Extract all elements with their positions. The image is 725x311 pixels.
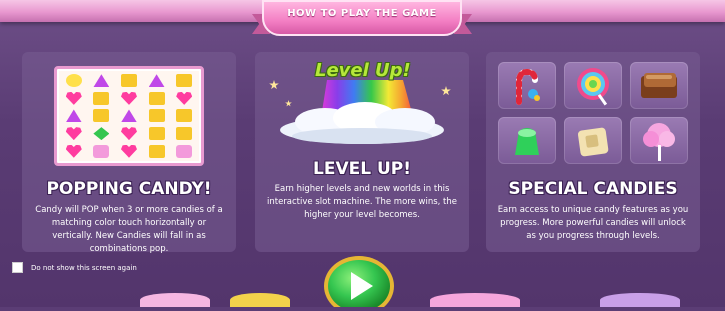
special-candy-grid bbox=[498, 62, 688, 164]
heart-candy-icon bbox=[176, 91, 193, 105]
cotton-candy-icon bbox=[630, 117, 688, 164]
gumdrop-icon bbox=[498, 117, 556, 164]
candy-cell bbox=[116, 108, 142, 124]
chocolate-icon bbox=[630, 62, 688, 109]
candy-cell bbox=[144, 126, 170, 142]
sq-candy-icon bbox=[176, 109, 193, 123]
candy-cell bbox=[89, 143, 115, 159]
play-icon bbox=[324, 256, 394, 311]
panel-special-candies: SPECIAL CANDIES Earn access to unique ca… bbox=[486, 52, 700, 252]
panel-description: Candy will POP when 3 or more candies of… bbox=[35, 205, 223, 254]
candy-cell bbox=[116, 91, 142, 107]
candy-grid bbox=[61, 73, 197, 159]
sq-candy-icon bbox=[148, 144, 165, 158]
panel-level-up: Level Up! LEVEL UP! Earn higher levels a… bbox=[255, 52, 469, 252]
candy-cell bbox=[144, 108, 170, 124]
candy-grid-frame bbox=[54, 66, 204, 166]
waffle-candy-icon bbox=[564, 117, 622, 164]
panel-title: LEVEL UP! bbox=[313, 159, 411, 179]
sq-candy-icon bbox=[176, 74, 193, 88]
candy-cane-icon bbox=[498, 62, 556, 109]
wrap-candy-icon bbox=[93, 144, 110, 158]
tri-candy-icon bbox=[93, 74, 110, 88]
banner-title: HOW TO PLAY THE GAME bbox=[287, 8, 437, 19]
candy-cell bbox=[171, 73, 197, 89]
candy-cell bbox=[61, 108, 87, 124]
tri-candy-icon bbox=[120, 109, 137, 123]
candy-cell bbox=[89, 126, 115, 142]
tri-candy-icon bbox=[148, 74, 165, 88]
decorative-candy bbox=[230, 293, 290, 307]
candy-cell bbox=[116, 126, 142, 142]
candy-cell bbox=[144, 73, 170, 89]
candy-cell bbox=[61, 143, 87, 159]
sq-candy-icon bbox=[120, 74, 137, 88]
lollipop-icon bbox=[564, 62, 622, 109]
candy-cell bbox=[171, 143, 197, 159]
banner: HOW TO PLAY THE GAME bbox=[252, 0, 472, 42]
candy-cell bbox=[116, 143, 142, 159]
level-up-logo: Level Up! bbox=[315, 60, 411, 81]
sq-candy-icon bbox=[148, 109, 165, 123]
heart-candy-icon bbox=[120, 127, 137, 141]
candy-cell bbox=[61, 126, 87, 142]
dont-show-again-row[interactable]: Do not show this screen again bbox=[12, 262, 137, 273]
decorative-candy bbox=[600, 293, 680, 307]
panel-title: SPECIAL CANDIES bbox=[508, 179, 678, 199]
panel-popping-candy: POPPING CANDY! Candy will POP when 3 or … bbox=[22, 52, 236, 254]
sq-candy-icon bbox=[148, 91, 165, 105]
heart-candy-icon bbox=[120, 91, 137, 105]
decorative-candy bbox=[140, 293, 210, 307]
play-button[interactable] bbox=[320, 252, 398, 311]
candy-cell bbox=[89, 108, 115, 124]
candy-cell bbox=[144, 143, 170, 159]
candy-cell bbox=[61, 73, 87, 89]
heart-candy-icon bbox=[65, 91, 82, 105]
candy-cell bbox=[116, 73, 142, 89]
panel-description: Earn higher levels and new worlds in thi… bbox=[266, 184, 457, 220]
candy-cell bbox=[171, 108, 197, 124]
heart-candy-icon bbox=[120, 144, 137, 158]
sq-candy-icon bbox=[176, 127, 193, 141]
wrap-candy-icon bbox=[176, 144, 193, 158]
sq-candy-icon bbox=[93, 91, 110, 105]
heart-candy-icon bbox=[65, 144, 82, 158]
gem-candy-icon bbox=[93, 127, 110, 141]
candy-cell bbox=[61, 91, 87, 107]
heart-candy-icon bbox=[65, 127, 82, 141]
candy-cell bbox=[89, 73, 115, 89]
decorative-candy bbox=[430, 293, 520, 307]
level-up-illustration: Level Up! bbox=[265, 52, 459, 147]
dont-show-again-label: Do not show this screen again bbox=[31, 263, 137, 272]
sq-candy-icon bbox=[148, 127, 165, 141]
tri-candy-icon bbox=[65, 109, 82, 123]
panel-title: POPPING CANDY! bbox=[46, 179, 212, 199]
candy-cell bbox=[144, 91, 170, 107]
candy-cell bbox=[171, 126, 197, 142]
panel-description: Earn access to unique candy features as … bbox=[497, 205, 689, 241]
candy-cell bbox=[171, 91, 197, 107]
candy-cell bbox=[89, 91, 115, 107]
dont-show-again-checkbox[interactable] bbox=[12, 262, 23, 273]
bean-candy-icon bbox=[65, 74, 82, 88]
sq-candy-icon bbox=[93, 109, 110, 123]
